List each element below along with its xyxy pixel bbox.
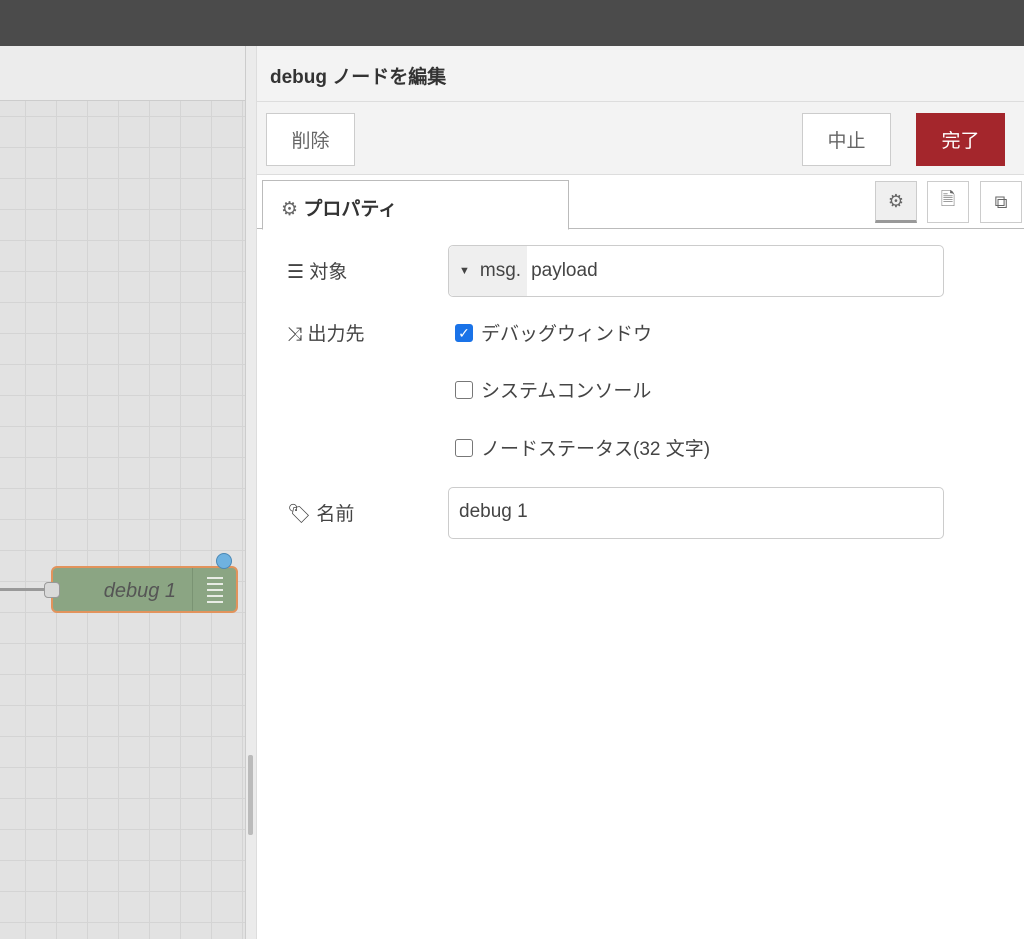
panel-toolbar: 削除 中止 完了: [257, 102, 1024, 175]
delete-button[interactable]: 削除: [266, 113, 355, 166]
description-view-button[interactable]: 🗎: [927, 181, 969, 223]
node-label: debug 1: [103, 580, 176, 602]
canvas-header: [0, 46, 245, 101]
gear-icon: ⚙: [281, 199, 299, 220]
checkbox-checked[interactable]: ✓: [455, 323, 473, 342]
target-label: ☰ 対象: [287, 257, 347, 284]
tab-label: プロパティ: [303, 199, 398, 220]
document-icon: 🗎: [940, 189, 956, 209]
tab-properties[interactable]: ⚙ プロパティ: [262, 180, 569, 230]
input-port[interactable]: [44, 582, 60, 598]
checkbox-unchecked[interactable]: [455, 438, 473, 457]
checkbox-unchecked[interactable]: [455, 380, 473, 399]
type-prefix: msg.: [479, 260, 522, 281]
top-bar: [0, 0, 1024, 46]
output-label: ⤨ 出力先: [287, 319, 365, 346]
target-value[interactable]: payload: [527, 260, 598, 282]
checkbox-system-console[interactable]: システムコンソール: [455, 376, 651, 403]
checkbox-label: システムコンソール: [481, 381, 652, 402]
name-label-text: 名前: [316, 504, 355, 525]
checkbox-label: ノードステータス(32 文字): [481, 439, 711, 460]
tag-icon: 🏷: [287, 504, 312, 525]
resize-handle[interactable]: [248, 755, 253, 835]
gear-icon: ⚙: [887, 190, 905, 211]
target-input[interactable]: ▼ msg. payload: [448, 245, 944, 297]
list-icon: ☰: [287, 262, 305, 283]
changed-indicator-icon: [216, 553, 232, 569]
target-label-text: 対象: [309, 262, 348, 283]
caret-down-icon: ▼: [459, 265, 470, 277]
done-button[interactable]: 完了: [916, 113, 1005, 166]
name-input[interactable]: debug 1: [448, 487, 944, 539]
panel-title: debug ノードを編集: [257, 46, 1024, 102]
checkbox-label: デバッグウィンドウ: [481, 324, 653, 345]
debug-toggle-button[interactable]: [192, 568, 236, 611]
name-label: 🏷 名前: [287, 499, 354, 526]
node-appearance-icon: ⧉: [994, 191, 1008, 212]
cancel-button[interactable]: 中止: [802, 113, 891, 166]
debug-node[interactable]: debug 1: [44, 566, 238, 613]
checkbox-debug-window[interactable]: ✓ デバッグウィンドウ: [455, 319, 652, 346]
flow-canvas[interactable]: [0, 46, 245, 939]
edit-panel: debug ノードを編集 削除 中止 完了 ⚙ プロパティ ⚙ 🗎 ⧉ ☰ 対象…: [257, 46, 1024, 939]
output-label-text: 出力先: [307, 324, 365, 345]
type-select[interactable]: ▼ msg.: [449, 246, 528, 296]
appearance-view-button[interactable]: ⧉: [980, 181, 1022, 223]
panel-tabs: ⚙ プロパティ ⚙ 🗎 ⧉: [257, 175, 1024, 230]
shuffle-icon: ⤨: [287, 324, 303, 345]
properties-view-button[interactable]: ⚙: [875, 181, 917, 223]
checkbox-node-status[interactable]: ノードステータス(32 文字): [455, 434, 710, 461]
